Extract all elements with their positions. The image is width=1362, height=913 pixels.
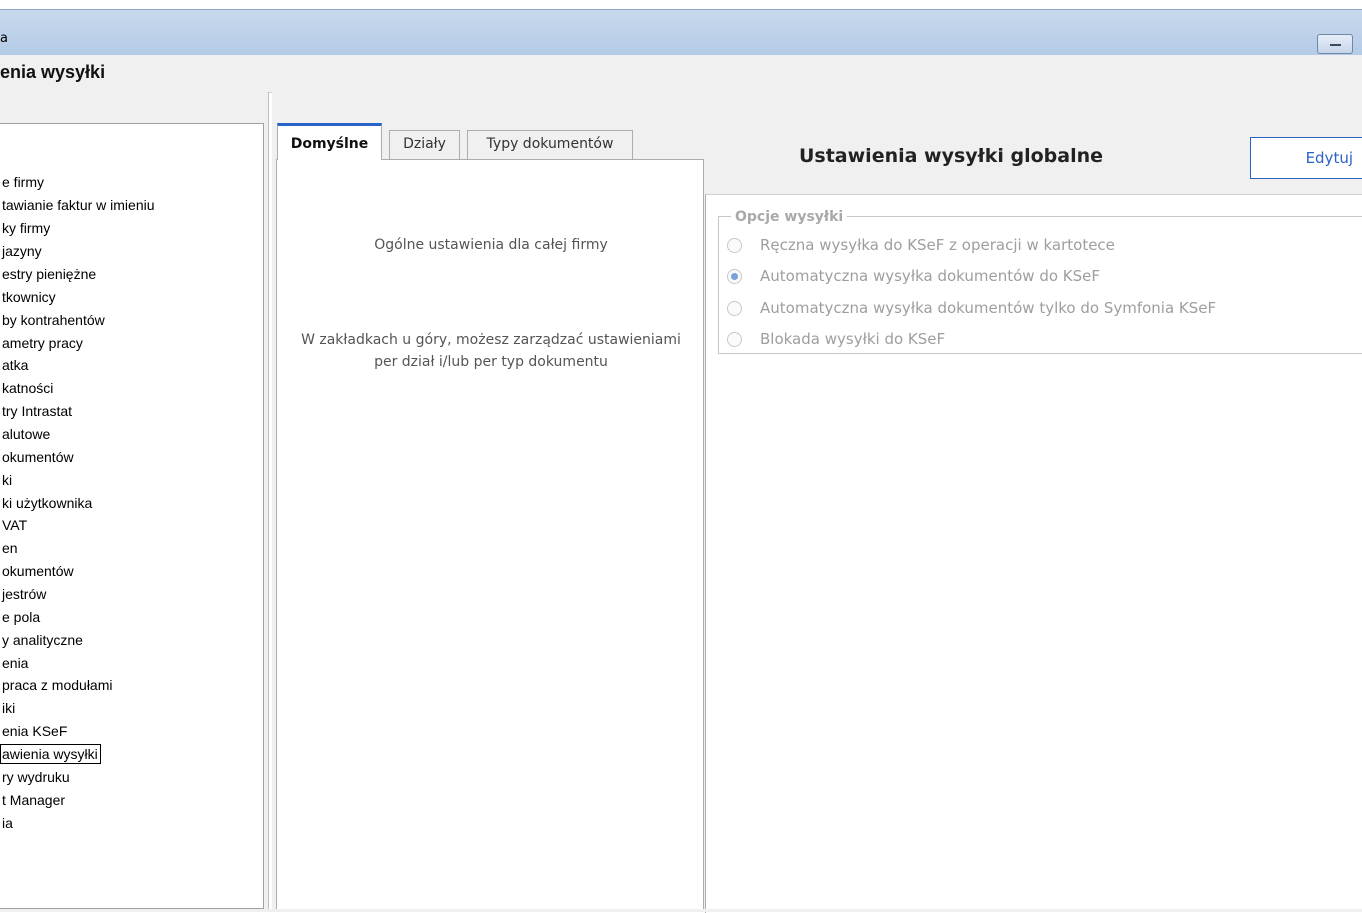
option-label: Blokada wysyłki do KSeF: [760, 330, 946, 348]
sidebar-item[interactable]: e firmy: [2, 173, 44, 191]
sidebar-item[interactable]: ky firmy: [2, 219, 50, 237]
sidebar-item[interactable]: en: [2, 539, 18, 557]
option-label: Ręczna wysyłka do KSeF z operacji w kart…: [760, 236, 1115, 254]
sidebar-item[interactable]: okumentów: [2, 448, 74, 466]
radio-button-checked[interactable]: [727, 269, 742, 284]
option-label: Automatyczna wysyłka dokumentów tylko do…: [760, 299, 1217, 317]
sidebar-item[interactable]: katności: [2, 379, 53, 397]
tab-domyslne[interactable]: Domyślne: [277, 123, 382, 160]
sidebar-item[interactable]: enia KSeF: [2, 722, 67, 740]
send-options-legend: Opcje wysyłki: [731, 209, 848, 225]
sidebar-item[interactable]: praca z modułami: [2, 676, 113, 694]
sidebar-item[interactable]: tawianie faktur w imieniu: [2, 196, 155, 214]
window-title: a: [0, 31, 8, 46]
sidebar-item[interactable]: iki: [2, 699, 15, 717]
sidebar-item[interactable]: jestrów: [2, 585, 46, 603]
sidebar-item[interactable]: VAT: [2, 516, 27, 534]
edit-button[interactable]: Edytuj: [1250, 137, 1362, 179]
tab-panel: Ogólne ustawienia dla całej firmy W zakł…: [276, 159, 704, 911]
option-label: Automatyczna wysyłka dokumentów do KSeF: [760, 267, 1101, 285]
settings-title: Ustawienia wysyłki globalne: [798, 145, 1104, 167]
sidebar-item[interactable]: enia: [2, 654, 28, 672]
radio-button[interactable]: [727, 238, 742, 253]
sidebar-item[interactable]: jazyny: [2, 242, 42, 260]
sidebar-item[interactable]: e pola: [2, 608, 40, 626]
tab-typy-dokumentow[interactable]: Typy dokumentów: [467, 130, 633, 159]
sidebar-item[interactable]: try Intrastat: [2, 402, 72, 420]
window-titlebar: a: [0, 9, 1362, 55]
sidebar-item[interactable]: ki: [2, 471, 12, 489]
page-title: enia wysyłki: [0, 62, 106, 82]
sidebar-item[interactable]: ry wydruku: [2, 768, 70, 786]
sidebar-item[interactable]: okumentów: [2, 562, 74, 580]
sidebar-item[interactable]: ki użytkownika: [2, 494, 92, 512]
sidebar-item[interactable]: estry pieniężne: [2, 265, 96, 283]
tab-dzialy[interactable]: Działy: [389, 130, 460, 159]
radio-button[interactable]: [727, 332, 742, 347]
sidebar-item[interactable]: t Manager: [2, 791, 65, 809]
sidebar-item[interactable]: ametry pracy: [2, 334, 83, 352]
sidebar-item-selected[interactable]: awienia wysyłki: [0, 744, 101, 764]
minimize-icon: [1330, 44, 1341, 46]
sidebar-item[interactable]: alutowe: [2, 425, 50, 443]
tab-info-line-1: Ogólne ustawienia dla całej firmy: [374, 237, 608, 253]
tab-info-line-2: W zakładkach u góry, możesz zarządzać us…: [301, 332, 681, 348]
sidebar-item[interactable]: tkownicy: [2, 288, 56, 306]
minimize-button[interactable]: [1317, 34, 1353, 54]
sidebar-item[interactable]: y analityczne: [2, 631, 83, 649]
radio-button[interactable]: [727, 301, 742, 316]
settings-tree[interactable]: e firmy tawianie faktur w imieniu ky fir…: [0, 123, 264, 909]
sidebar-item[interactable]: by kontrahentów: [2, 311, 105, 329]
page-header: enia wysyłki: [0, 55, 1362, 93]
tab-info-line-3: per dział i/lub per typ dokumentu: [374, 354, 608, 370]
sidebar-item[interactable]: ia: [2, 814, 13, 832]
sidebar-item[interactable]: atka: [2, 356, 28, 374]
